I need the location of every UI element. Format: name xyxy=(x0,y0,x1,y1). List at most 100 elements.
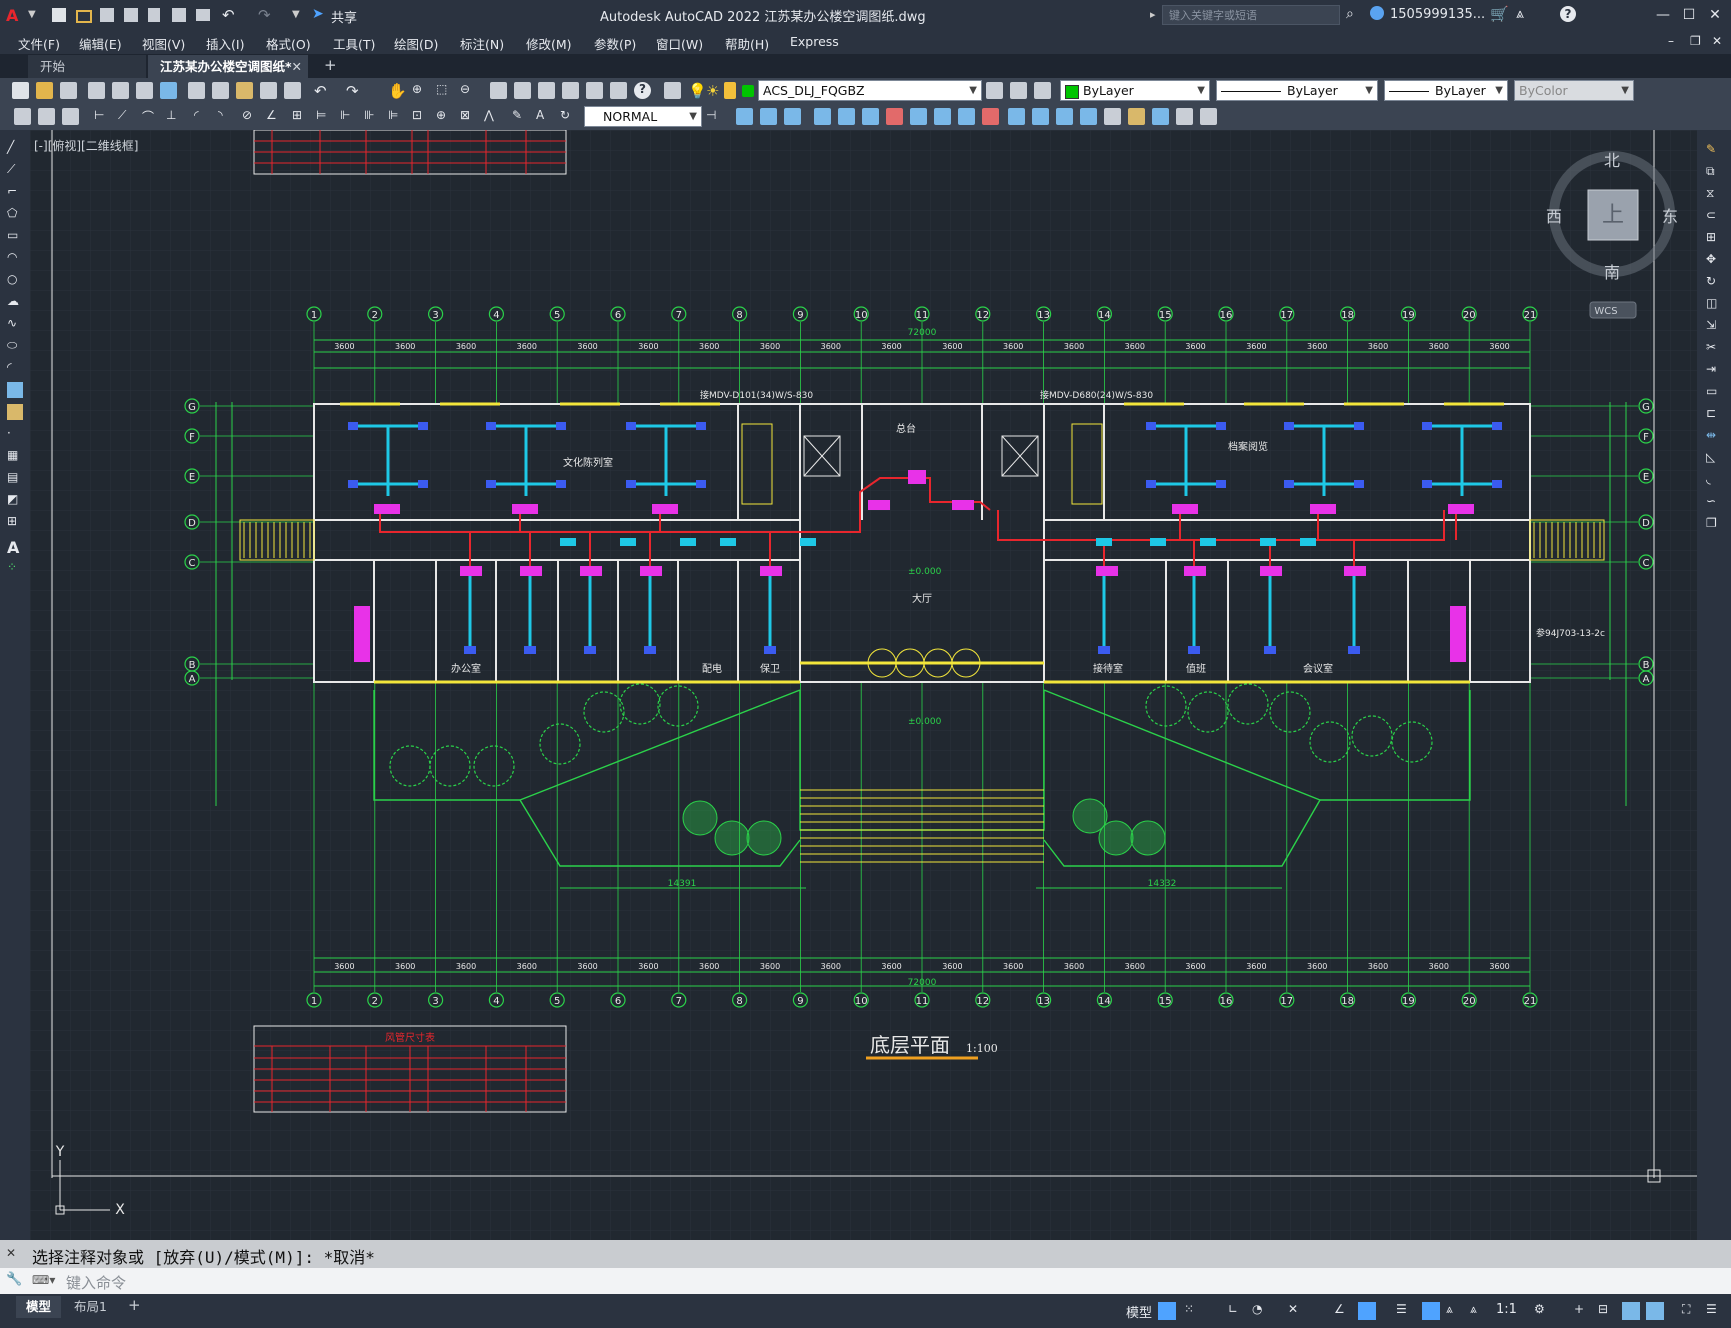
snap-mode-icon[interactable]: ⁙ xyxy=(1184,1302,1202,1320)
extend-icon[interactable] xyxy=(934,108,951,125)
inspection-icon[interactable]: ⊠ xyxy=(460,108,477,125)
zoom-realtime-icon[interactable]: ⊕ xyxy=(412,82,429,99)
stretch-side-icon[interactable]: ⇲ xyxy=(1706,318,1722,334)
save-icon[interactable] xyxy=(100,8,114,22)
save-toolbar-icon[interactable] xyxy=(60,82,77,99)
sheet-set-icon[interactable] xyxy=(562,82,579,99)
table-insert-icon[interactable] xyxy=(1200,108,1217,125)
menu-file[interactable]: 文件(F) xyxy=(18,34,60,53)
doc-restore-icon[interactable]: ❐ xyxy=(1690,34,1701,48)
offset-icon[interactable] xyxy=(784,108,801,125)
insert-block-icon[interactable] xyxy=(1104,108,1121,125)
open-web-icon[interactable] xyxy=(148,8,160,22)
point-icon[interactable]: · xyxy=(7,426,23,442)
menu-tools[interactable]: 工具(T) xyxy=(333,34,375,53)
dimension-break-icon[interactable]: ⊫ xyxy=(388,108,405,125)
model-space-toggle[interactable]: 模型 xyxy=(1126,1302,1152,1321)
match-properties-icon[interactable] xyxy=(260,82,277,99)
menu-parametric[interactable]: 参数(P) xyxy=(594,34,636,53)
dimension-update-icon[interactable]: ↻ xyxy=(560,108,577,125)
layer-on-bulb-icon[interactable]: 💡 xyxy=(688,82,707,100)
baseline-dimension-icon[interactable]: ⊨ xyxy=(316,108,333,125)
app-menu-chevron-icon[interactable]: ▼ xyxy=(28,9,46,27)
blend-curves-icon[interactable]: ∽ xyxy=(1706,494,1722,510)
hatch-icon[interactable] xyxy=(1152,108,1169,125)
erase-icon[interactable]: ✎ xyxy=(1706,142,1722,158)
line-icon[interactable]: ╱ xyxy=(7,140,23,156)
open-file-icon[interactable] xyxy=(76,10,92,23)
share-icon[interactable]: ➤ xyxy=(312,6,330,24)
design-center-icon[interactable] xyxy=(514,82,531,99)
3d-print-icon[interactable] xyxy=(160,82,177,99)
polyline-icon[interactable]: ⌐ xyxy=(7,184,23,200)
quick-dimension-icon[interactable]: ⊞ xyxy=(292,108,309,125)
layer-previous-icon[interactable] xyxy=(1010,82,1027,99)
make-current-icon[interactable] xyxy=(986,82,1003,99)
autodesk-app-icon[interactable]: ⩓ xyxy=(1516,6,1524,22)
arc-icon[interactable]: ◠ xyxy=(7,250,23,266)
user-icon[interactable] xyxy=(1370,6,1384,20)
jogged-dimension-icon[interactable]: ◝ xyxy=(218,108,235,125)
toolbar-help-icon[interactable]: ? xyxy=(634,82,651,99)
quick-access-customize-icon[interactable]: ▼ xyxy=(292,9,310,27)
hatch-side-icon[interactable]: ▦ xyxy=(7,448,23,464)
dimstyle-manager-icon[interactable]: ⊣ xyxy=(706,108,723,125)
layer-lock-icon[interactable] xyxy=(724,82,736,99)
menu-format[interactable]: 格式(O) xyxy=(266,34,311,53)
make-block-icon[interactable] xyxy=(1128,108,1145,125)
redo-icon[interactable]: ↷ xyxy=(258,6,276,24)
trim-side-icon[interactable]: ✂ xyxy=(1706,340,1722,356)
chamfer-side-icon[interactable]: ◺ xyxy=(1706,450,1722,466)
ortho-mode-icon[interactable]: ∟ xyxy=(1228,1302,1246,1320)
open-icon[interactable] xyxy=(36,82,53,99)
dimension-edit-icon[interactable]: ✎ xyxy=(512,108,529,125)
insert-block-side-icon[interactable] xyxy=(7,382,23,398)
markup-icon[interactable] xyxy=(586,82,603,99)
doc-minimize-icon[interactable]: – xyxy=(1668,34,1674,48)
mirror-side-icon[interactable]: ⧖ xyxy=(1706,186,1722,202)
quick-properties-icon[interactable] xyxy=(1622,1302,1640,1320)
join-icon[interactable] xyxy=(982,108,999,125)
break-point-icon[interactable]: ▭ xyxy=(1706,384,1722,400)
menu-insert[interactable]: 插入(I) xyxy=(206,34,244,53)
lineweight-toggle-icon[interactable]: ☰ xyxy=(1396,1302,1414,1320)
stretch-icon[interactable] xyxy=(886,108,903,125)
viewport-controls[interactable]: [-][俯视][二维线框] xyxy=(34,137,138,154)
clean-screen-icon[interactable]: ⛶ xyxy=(1682,1302,1700,1320)
pan-icon[interactable]: ✋ xyxy=(388,82,407,100)
tab-close-icon[interactable]: ✕ xyxy=(292,55,302,78)
menu-express[interactable]: Express xyxy=(790,34,839,49)
region-icon[interactable] xyxy=(1176,108,1193,125)
menu-draw[interactable]: 绘图(D) xyxy=(394,34,438,53)
continue-dimension-icon[interactable]: ⊩ xyxy=(340,108,357,125)
table-icon[interactable]: ⊞ xyxy=(7,514,23,530)
chamfer-icon[interactable] xyxy=(1032,108,1049,125)
share-label[interactable]: 共享 xyxy=(331,7,357,26)
spline-icon[interactable]: ∿ xyxy=(7,316,23,332)
aligned-dimension-icon[interactable]: ⟋ xyxy=(118,108,135,125)
ellipse-icon[interactable]: ⬭ xyxy=(7,338,23,354)
break-icon[interactable] xyxy=(958,108,975,125)
qnew-icon[interactable] xyxy=(12,82,29,99)
trim-icon[interactable] xyxy=(910,108,927,125)
user-name[interactable]: 1505999135... xyxy=(1390,7,1485,22)
new-file-icon[interactable] xyxy=(52,8,66,22)
copy-side-icon[interactable]: ⧉ xyxy=(1706,164,1722,180)
menu-view[interactable]: 视图(V) xyxy=(142,34,185,53)
block-editor-icon[interactable] xyxy=(284,82,301,99)
tolerance-icon[interactable]: ⊡ xyxy=(412,108,429,125)
center-mark-icon[interactable]: ⊕ xyxy=(436,108,453,125)
lock-ui-icon[interactable] xyxy=(1646,1302,1664,1320)
fillet-icon[interactable] xyxy=(1008,108,1025,125)
multiline-text-icon[interactable]: A xyxy=(7,538,23,557)
annotation-scale-icon[interactable]: ⩓ xyxy=(1470,1302,1488,1320)
copy-icon[interactable] xyxy=(212,82,229,99)
angular-dimension-icon[interactable]: ∠ xyxy=(266,108,283,125)
construction-line-icon[interactable]: ⟋ xyxy=(7,162,23,178)
break-side-icon[interactable]: ⊏ xyxy=(1706,406,1722,422)
polar-tracking-icon[interactable]: ◔ xyxy=(1252,1302,1270,1320)
menu-modify[interactable]: 修改(M) xyxy=(526,34,572,53)
explode-side-icon[interactable]: ❐ xyxy=(1706,516,1722,532)
object-snap-tracking-icon[interactable]: ∠ xyxy=(1334,1302,1352,1320)
grid-display-icon[interactable] xyxy=(1158,1302,1176,1320)
